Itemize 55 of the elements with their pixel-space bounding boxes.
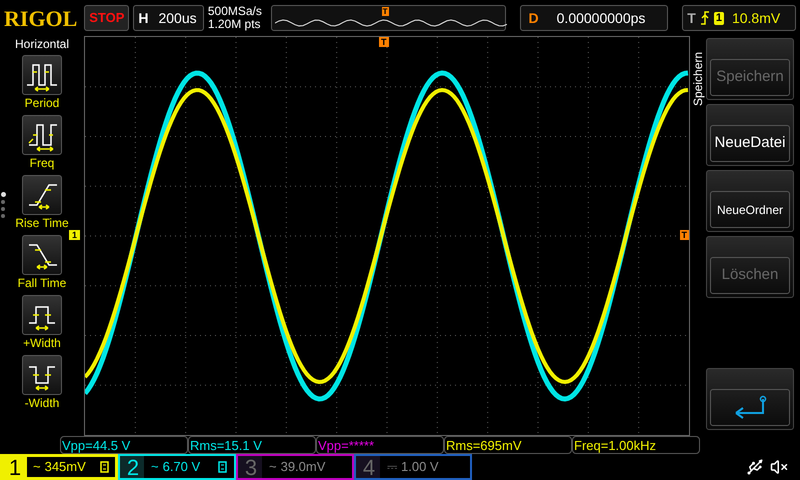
measure-button[interactable] xyxy=(22,235,62,275)
measure-label: Freq xyxy=(30,155,54,171)
delay-label: D xyxy=(528,8,540,28)
measure-label: +Width xyxy=(23,335,61,351)
coupling-symbol: ~ xyxy=(151,458,159,476)
channel-tab[interactable]: 2 ~ 6.70 V xyxy=(118,454,236,480)
menu-title: Speichern xyxy=(690,50,706,106)
timebase-value: 200us xyxy=(158,8,197,28)
measurement-readout: Vpp=***** xyxy=(318,438,374,452)
channel-tab[interactable]: 1 ~ 345mV xyxy=(0,454,118,480)
menu-title: Horizontal xyxy=(14,37,70,51)
measure-button[interactable] xyxy=(22,115,62,155)
trigger-level: 10.8mV xyxy=(732,8,780,28)
measure-label: -Width xyxy=(24,395,60,411)
mute-icon xyxy=(770,458,788,476)
delay-value: 0.00000000ps xyxy=(556,8,646,28)
measure-label: Period xyxy=(24,95,60,111)
delay-display[interactable]: D 0.00000000ps xyxy=(520,5,668,31)
back-button[interactable] xyxy=(706,368,794,430)
measure-button[interactable] xyxy=(22,295,62,335)
trigger-source: 1 xyxy=(714,12,724,24)
coupling-symbol: ⎓ xyxy=(387,458,397,476)
timebase-label: H xyxy=(137,8,150,28)
menu-button[interactable]: NeueDatei xyxy=(706,104,794,166)
timebase-display[interactable]: H 200us xyxy=(133,5,204,31)
sample-rate: 500MSa/s xyxy=(208,5,263,18)
channel-scale: 1.00 V xyxy=(401,458,439,476)
channel-scale: 39.0mV xyxy=(280,458,326,476)
channel-1-marker: 1 xyxy=(69,230,80,240)
rising-edge-icon xyxy=(700,11,710,25)
trigger-label: T xyxy=(687,8,696,28)
measure-button[interactable] xyxy=(22,355,62,395)
measurement-readout: Rms=15.1 V xyxy=(190,438,262,452)
usb-icon xyxy=(746,458,764,476)
measure-button[interactable] xyxy=(22,175,62,215)
measure-label: Fall Time xyxy=(18,275,66,291)
measurement-readout: Rms=695mV xyxy=(446,438,522,452)
run-state-indicator[interactable]: STOP xyxy=(84,5,130,31)
channel-scale: 6.70 V xyxy=(162,458,200,476)
brand-logo: RIGOL xyxy=(4,4,78,32)
trigger-level-marker: T xyxy=(680,230,689,240)
coupling-symbol: ~ xyxy=(269,458,277,476)
measurement-readout: Freq=1.00kHz xyxy=(574,438,656,452)
channel-scale: 345mV xyxy=(44,458,86,476)
channel-tab[interactable]: 3 ~ 39.0mV xyxy=(236,454,354,480)
trigger-position-marker: T xyxy=(379,37,388,47)
measure-button[interactable] xyxy=(22,55,62,95)
measure-label: Rise Time xyxy=(15,215,69,231)
memory-depth: 1.20M pts xyxy=(208,18,262,31)
menu-button[interactable]: NeueOrdner xyxy=(706,170,794,232)
coupling-symbol: ~ xyxy=(33,458,41,476)
trigger-position-marker: T xyxy=(382,7,389,16)
channel-tab[interactable]: 4 ⎓ 1.00 V xyxy=(354,454,472,480)
measurement-readout: Vpp=44.5 V xyxy=(62,438,130,452)
trigger-display[interactable]: T 1 10.8mV xyxy=(682,5,796,31)
